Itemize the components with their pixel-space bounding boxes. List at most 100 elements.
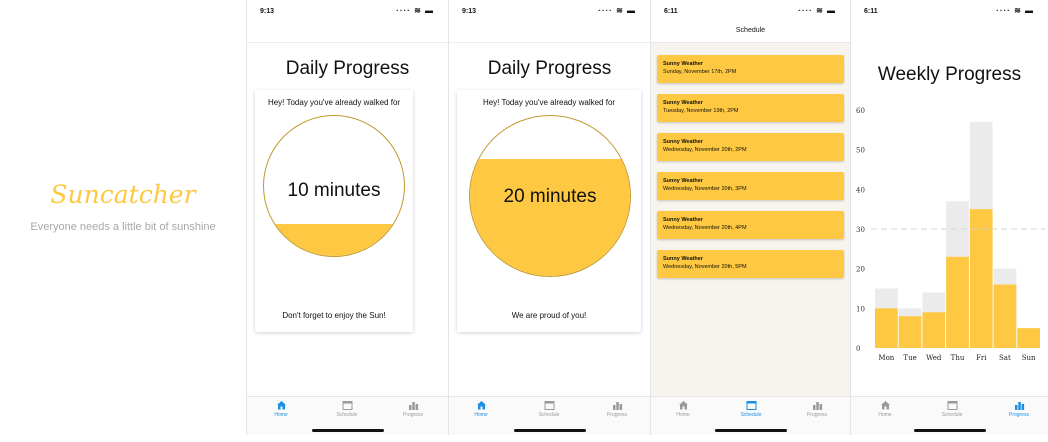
x-category-label: Fri — [976, 354, 987, 362]
status-icons: ···· ≋ ▬ — [598, 6, 636, 15]
schedule-event-card[interactable]: Sunny Weather Tuesday, November 19th, 2PM — [657, 94, 844, 122]
home-indicator — [513, 429, 586, 432]
tab-home[interactable]: Home — [855, 400, 915, 418]
schedule-title: Schedule — [735, 27, 766, 34]
app-tagline: Everyone needs a little bit of sunshine — [30, 221, 216, 233]
tab-bar: Home Schedule Progress — [651, 396, 850, 435]
weekly-value-bar — [875, 308, 898, 348]
x-category-label: Sun — [1022, 354, 1036, 362]
tab-progress[interactable]: Progress — [787, 400, 847, 418]
battery-icon: ▬ — [425, 6, 434, 15]
tab-schedule-label: Schedule — [740, 412, 762, 418]
event-date: Tuesday, November 19th, 2PM — [663, 108, 739, 114]
wifi-icon: ≋ — [1014, 6, 1022, 15]
status-icons: ···· ≋ ▬ — [798, 6, 836, 15]
event-title: Sunny Weather — [663, 217, 703, 223]
encouragement-text: Don't forget to enjoy the Sun! — [282, 311, 386, 320]
calendar-icon — [746, 401, 756, 410]
y-tick-label: 30 — [856, 226, 865, 234]
wifi-icon: ≋ — [414, 6, 422, 15]
signal-icon: ···· — [396, 6, 411, 15]
event-date: Sunday, November 17th, 2PM — [663, 69, 737, 75]
progress-card: Hey! Today you've already walked for 20 … — [457, 90, 641, 332]
bar-chart-icon — [612, 402, 622, 410]
status-bar: 9:13 ···· ≋ ▬ — [449, 0, 650, 26]
signal-icon: ···· — [798, 6, 813, 15]
y-tick-label: 0 — [856, 345, 860, 353]
tab-home[interactable]: Home — [653, 400, 713, 418]
home-indicator — [311, 429, 384, 432]
weekly-chart: 0 10 20 30 40 50 60 Mon Tue Wed Thu Fri Sat Sun — [856, 107, 1045, 362]
wifi-icon: ≋ — [816, 6, 824, 15]
event-title: Sunny Weather — [663, 256, 703, 262]
battery-icon: ▬ — [827, 6, 836, 15]
divider — [449, 42, 650, 43]
tab-home[interactable]: Home — [251, 400, 311, 418]
tab-progress[interactable]: Progress — [587, 400, 647, 418]
home-indicator — [913, 429, 986, 432]
y-tick-label: 10 — [856, 305, 865, 313]
x-category-label: Sat — [999, 354, 1011, 362]
progress-circle: 10 minutes — [263, 115, 405, 257]
tab-bar: Home Schedule Progress — [247, 396, 448, 435]
weekly-value-bar — [946, 256, 969, 348]
tab-progress-label: Progress — [1008, 412, 1029, 418]
tab-schedule-label: Schedule — [941, 412, 963, 418]
page-title: Weekly Progress — [877, 64, 1022, 85]
tab-home-label: Home — [274, 412, 288, 418]
app-title: Suncatcher — [50, 180, 196, 209]
divider — [247, 42, 448, 43]
tab-home-label: Home — [474, 412, 488, 418]
status-time: 9:13 — [462, 8, 477, 15]
calendar-icon — [544, 401, 554, 410]
event-title: Sunny Weather — [663, 178, 703, 184]
x-category-label: Wed — [926, 354, 942, 362]
minutes-walked: 10 minutes — [287, 180, 381, 202]
tab-schedule-label: Schedule — [336, 412, 358, 418]
bar-chart-icon — [812, 402, 822, 410]
event-date: Wednesday, November 20th, 3PM — [663, 186, 747, 192]
event-date: Wednesday, November 20th, 4PM — [663, 225, 747, 231]
tab-schedule[interactable]: Schedule — [922, 400, 982, 418]
tab-home[interactable]: Home — [451, 400, 511, 418]
tab-progress[interactable]: Progress — [383, 400, 443, 418]
schedule-event-card[interactable]: Sunny Weather Wednesday, November 20th, 5… — [657, 250, 844, 278]
weekly-value-bar — [1017, 328, 1040, 348]
schedule-event-card[interactable]: Sunny Weather Sunday, November 17th, 2PM — [657, 55, 844, 83]
page-title: Daily Progress — [285, 58, 410, 79]
signal-icon: ···· — [598, 6, 613, 15]
x-category-label: Thu — [951, 354, 965, 362]
schedule-event-card[interactable]: Sunny Weather Wednesday, November 20th, 3… — [657, 172, 844, 200]
tab-bar: Home Schedule Progress — [449, 396, 650, 435]
tab-progress[interactable]: Progress — [989, 400, 1048, 418]
tab-schedule[interactable]: Schedule — [317, 400, 377, 418]
home-icon — [678, 401, 688, 410]
tab-progress-label: Progress — [606, 412, 627, 418]
wifi-icon: ≋ — [616, 6, 624, 15]
event-title: Sunny Weather — [663, 100, 703, 106]
status-time: 6:11 — [864, 8, 878, 15]
signal-icon: ···· — [996, 6, 1011, 15]
bar-chart-icon — [1014, 402, 1024, 410]
greeting-text: Hey! Today you've already walked for — [482, 98, 616, 107]
phone-weekly-progress: 6:11 ···· ≋ ▬ Weekly Progress 0 10 20 30 40 5… — [850, 0, 1048, 435]
event-title: Sunny Weather — [663, 61, 703, 67]
tab-schedule-label: Schedule — [538, 412, 560, 418]
y-tick-label: 50 — [856, 147, 865, 155]
status-bar: 6:11 ···· ≋ ▬ — [851, 0, 1048, 26]
status-bar: 9:13 ···· ≋ ▬ — [247, 0, 448, 26]
tab-schedule[interactable]: Schedule — [519, 400, 579, 418]
tab-home-label: Home — [676, 412, 690, 418]
page-title: Daily Progress — [487, 58, 612, 79]
schedule-event-card[interactable]: Sunny Weather Wednesday, November 20th, 2… — [657, 133, 844, 161]
greeting-text: Hey! Today you've already walked for — [267, 98, 401, 107]
y-tick-label: 60 — [856, 107, 865, 115]
x-category-label: Tue — [903, 354, 916, 362]
x-category-label: Mon — [878, 354, 894, 362]
tab-schedule[interactable]: Schedule — [721, 400, 781, 418]
phone-home-20min: 9:13 ···· ≋ ▬ Daily Progress Hey! Today … — [448, 0, 650, 435]
schedule-event-card[interactable]: Sunny Weather Wednesday, November 20th, 4… — [657, 211, 844, 239]
phone-schedule: 6:11 ···· ≋ ▬ Schedule Sunny Weather Sund… — [650, 0, 850, 435]
battery-icon: ▬ — [627, 6, 636, 15]
schedule-header: Schedule — [651, 22, 850, 43]
